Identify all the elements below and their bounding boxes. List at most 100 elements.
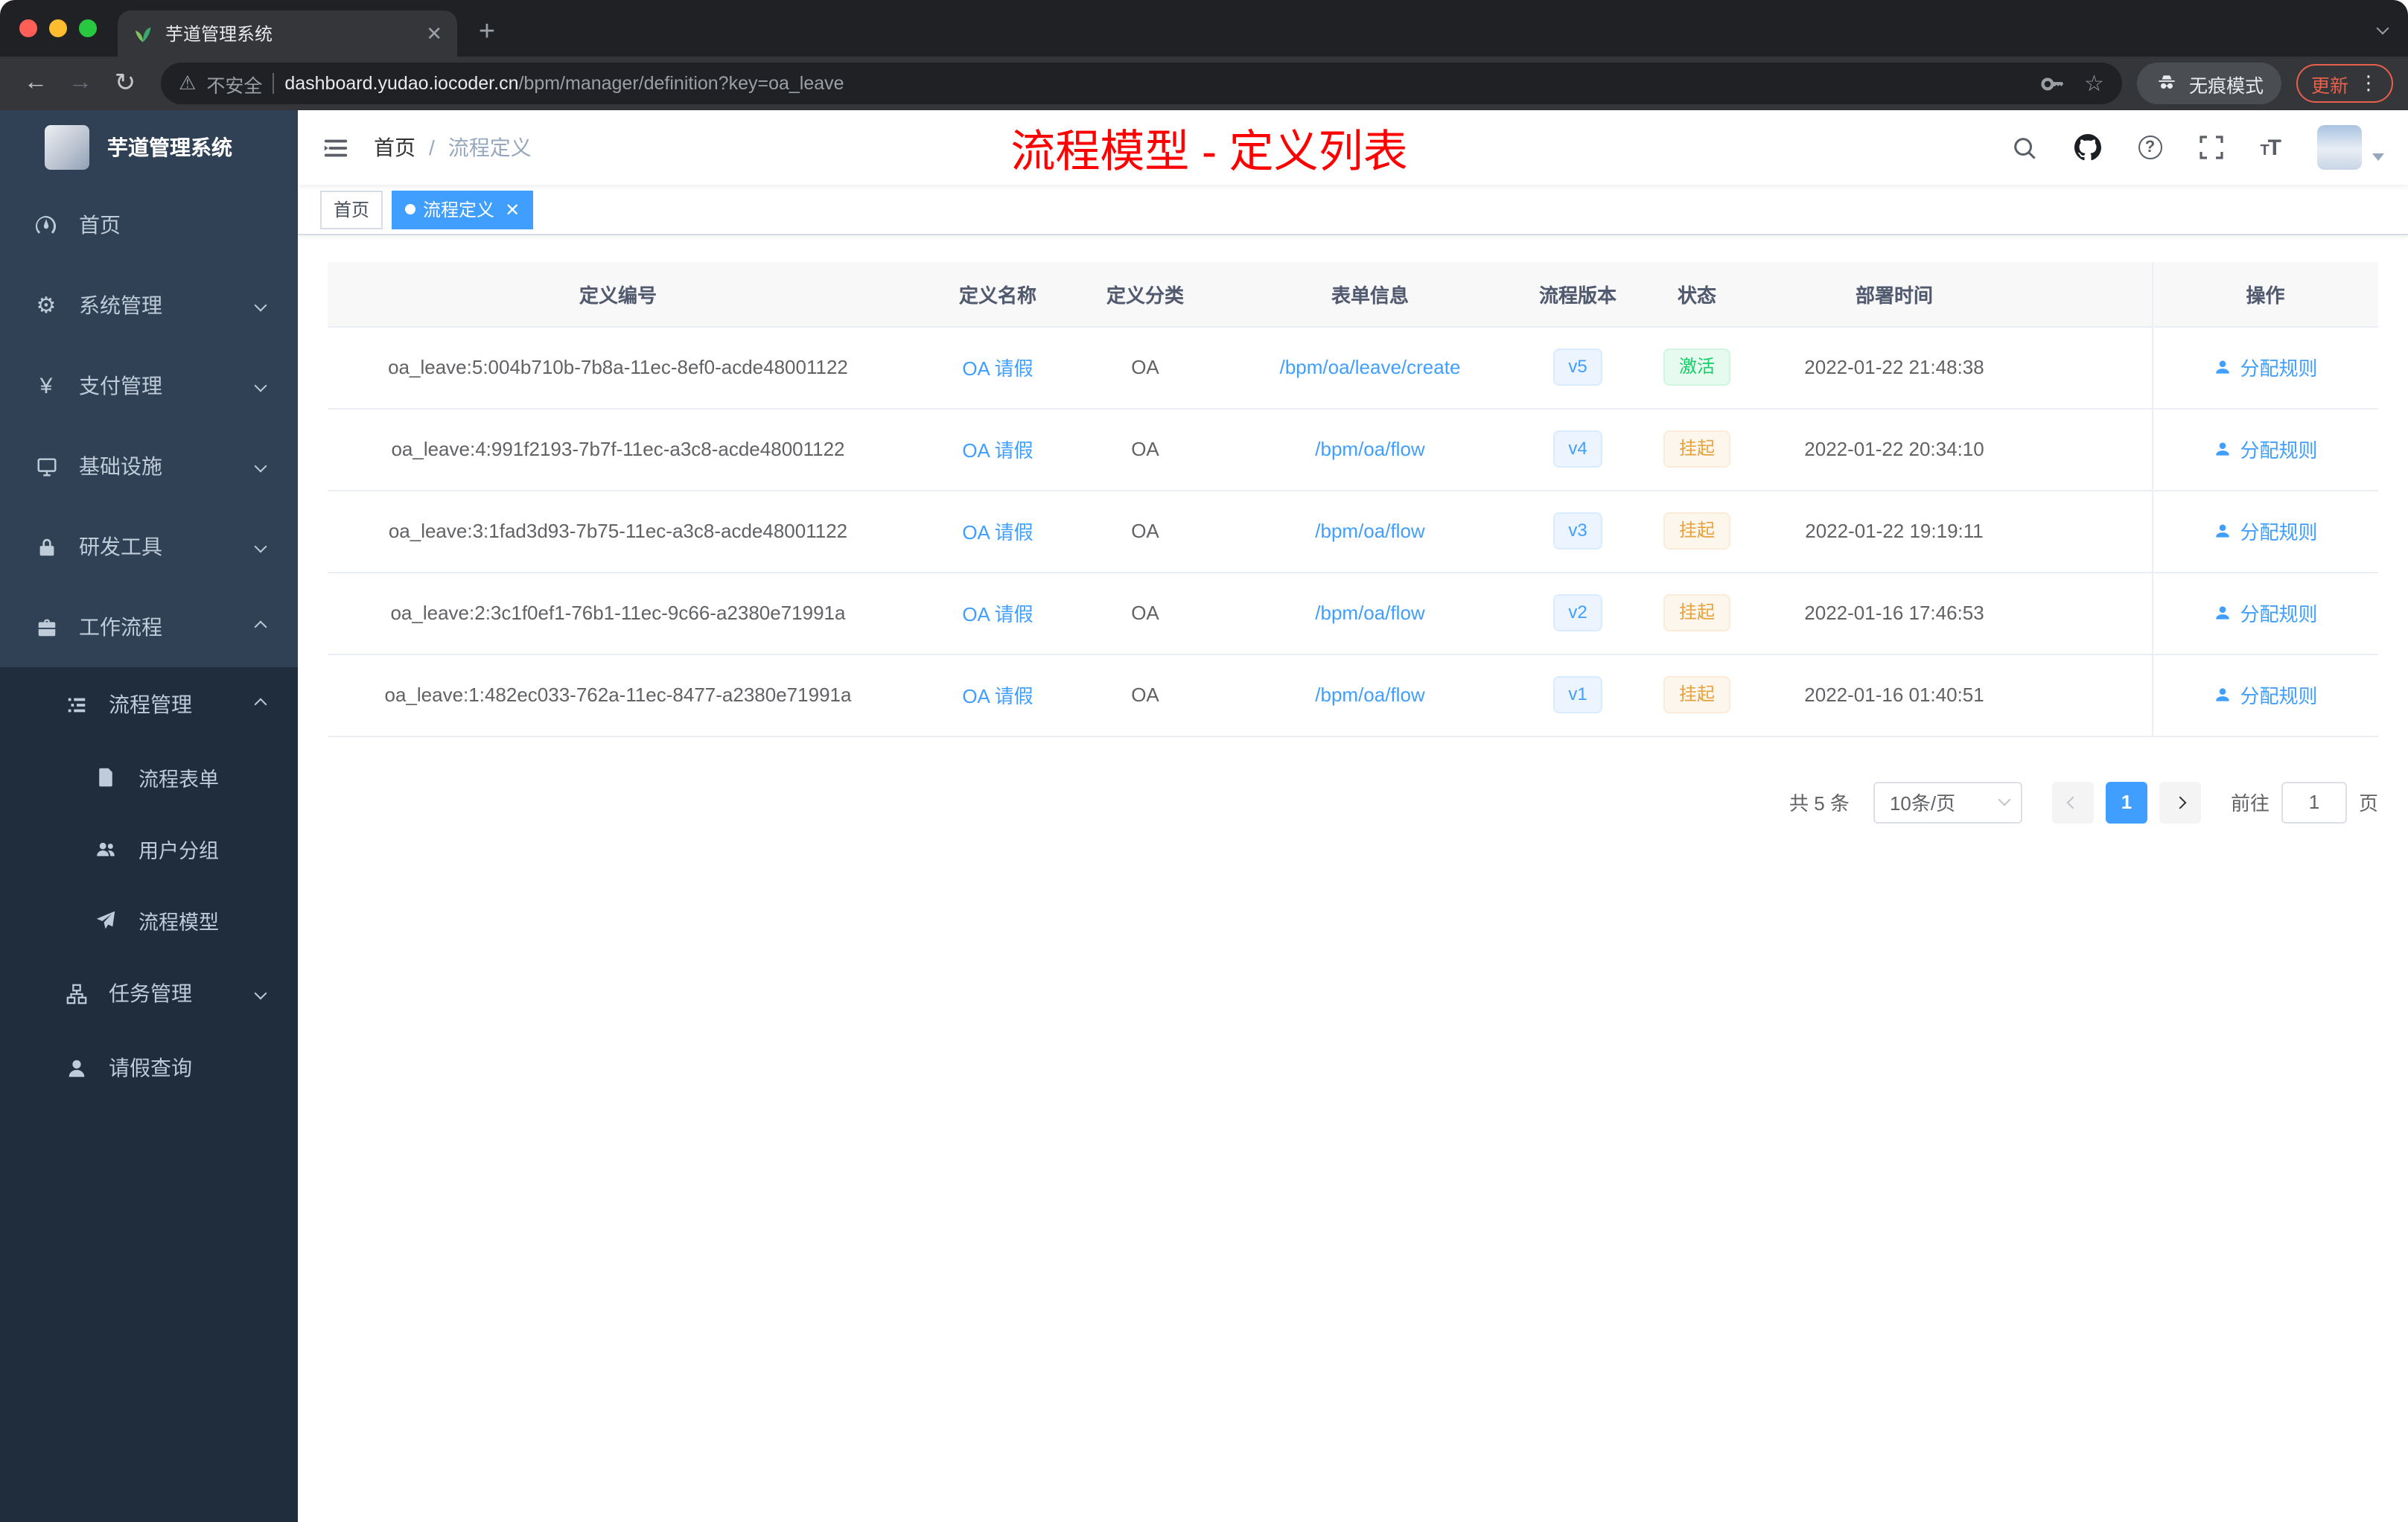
- browser-menu-icon[interactable]: ⋮: [2359, 71, 2378, 95]
- sidebar-item-label: 基础设施: [79, 454, 162, 478]
- not-secure-warning-icon: ⚠: [179, 71, 197, 94]
- assign-rule-link[interactable]: 分配规则: [2213, 681, 2318, 709]
- forward-button[interactable]: →: [60, 63, 101, 104]
- definition-name-link[interactable]: OA 请假: [962, 685, 1033, 707]
- definition-name-link[interactable]: OA 请假: [962, 603, 1033, 625]
- definition-id-cell: oa_leave:3:1fad3d93-7b75-11ec-a3c8-acde4…: [328, 490, 908, 573]
- status-tag: 挂起: [1663, 430, 1730, 468]
- monitor-icon: [33, 455, 60, 477]
- people-icon: [92, 838, 119, 859]
- hamburger-icon[interactable]: [322, 133, 350, 162]
- pagination: 共 5 条 10条/页 1 前往 页: [328, 781, 2378, 823]
- deploy-time-cell: 2022-01-16 01:40:51: [1775, 654, 2013, 736]
- sidebar-item-task-management[interactable]: 任务管理: [0, 956, 298, 1031]
- url-text[interactable]: dashboard.yudao.iocoder.cn/bpm/manager/d…: [284, 73, 844, 94]
- sidebar-item-user-group[interactable]: 用户分组: [0, 813, 298, 885]
- active-dot-icon: [405, 204, 416, 214]
- form-link[interactable]: /bpm/oa/flow: [1315, 438, 1424, 460]
- sidebar-item-system[interactable]: ⚙ 系统管理: [0, 265, 298, 346]
- update-label: 更新: [2310, 75, 2348, 96]
- tag-process-definition[interactable]: 流程定义 ✕: [392, 190, 534, 229]
- prev-page-button[interactable]: [2051, 781, 2094, 823]
- top-navbar: 首页 / 流程定义 流程模型 - 定义列表 ? TT: [298, 110, 2408, 185]
- breadcrumb-home[interactable]: 首页: [374, 133, 415, 162]
- dashboard-icon: [33, 213, 60, 237]
- zoom-window-button[interactable]: [79, 19, 97, 37]
- assign-rule-link[interactable]: 分配规则: [2213, 353, 2318, 381]
- not-secure-label[interactable]: 不安全: [206, 69, 262, 98]
- spacer-cell: [2013, 654, 2152, 736]
- tab-close-icon[interactable]: ✕: [426, 22, 442, 45]
- sidebar-item-payment[interactable]: ¥ 支付管理: [0, 346, 298, 426]
- help-icon[interactable]: ?: [2138, 136, 2162, 159]
- chevron-down-icon: [254, 379, 267, 392]
- next-page-button[interactable]: [2159, 781, 2201, 823]
- github-icon[interactable]: [2074, 134, 2101, 161]
- sidebar-brand[interactable]: 芋道管理系统: [0, 110, 298, 185]
- assign-rule-link[interactable]: 分配规则: [2213, 435, 2318, 463]
- definition-name-link[interactable]: OA 请假: [962, 439, 1033, 462]
- sidebar-filler: [0, 1105, 298, 1522]
- search-icon[interactable]: [2011, 135, 2036, 160]
- page-size-select[interactable]: 10条/页: [1873, 781, 2022, 823]
- col-deploy-time: 部署时间: [1775, 262, 2013, 327]
- definition-name-link[interactable]: OA 请假: [962, 357, 1033, 380]
- sidebar-item-process-form[interactable]: 流程表单: [0, 742, 298, 813]
- definition-id-cell: oa_leave:2:3c1f0ef1-76b1-11ec-9c66-a2380…: [328, 572, 908, 655]
- tags-view-bar: 首页 流程定义 ✕: [298, 185, 2408, 235]
- goto-page-input[interactable]: [2281, 781, 2347, 823]
- browser-tab[interactable]: 芋道管理系统 ✕: [118, 10, 457, 57]
- deploy-time-cell: 2022-01-16 17:46:53: [1775, 572, 2013, 655]
- tag-home[interactable]: 首页: [320, 190, 383, 229]
- definition-name-cell: OA 请假: [908, 490, 1087, 573]
- form-link[interactable]: /bpm/oa/flow: [1315, 520, 1424, 542]
- refresh-button[interactable]: ↻: [104, 63, 146, 104]
- fullscreen-icon[interactable]: [2199, 136, 2223, 159]
- form-cell: /bpm/oa/leave/create: [1203, 326, 1537, 409]
- form-link[interactable]: /bpm/oa/leave/create: [1280, 356, 1461, 378]
- sidebar-item-process-model[interactable]: 流程模型: [0, 885, 298, 956]
- document-icon: [92, 767, 119, 788]
- close-window-button[interactable]: [19, 19, 37, 37]
- font-size-icon[interactable]: TT: [2260, 135, 2281, 160]
- avatar[interactable]: [2317, 125, 2362, 170]
- sidebar-item-label: 首页: [79, 213, 121, 237]
- form-link[interactable]: /bpm/oa/flow: [1315, 602, 1424, 624]
- deploy-time-cell: 2022-01-22 21:48:38: [1775, 326, 2013, 409]
- new-tab-button[interactable]: +: [466, 12, 508, 54]
- brand-title: 芋道管理系统: [107, 136, 232, 159]
- definition-name-link[interactable]: OA 请假: [962, 521, 1033, 544]
- bookmark-star-icon[interactable]: ☆: [2084, 70, 2104, 97]
- sidebar-item-label: 任务管理: [109, 981, 192, 1005]
- sidebar-item-home[interactable]: 首页: [0, 185, 298, 265]
- status-tag: 挂起: [1663, 594, 1730, 631]
- sidebar-item-leave-query[interactable]: 请假查询: [0, 1031, 298, 1105]
- sidebar-item-infrastructure[interactable]: 基础设施: [0, 426, 298, 506]
- form-link[interactable]: /bpm/oa/flow: [1315, 684, 1424, 706]
- address-bar[interactable]: ⚠ 不安全 dashboard.yudao.iocoder.cn/bpm/man…: [161, 63, 2122, 104]
- sidebar-item-workflow[interactable]: 工作流程: [0, 587, 298, 667]
- update-browser-button[interactable]: 更新 ⋮: [2296, 64, 2393, 103]
- current-page-button[interactable]: 1: [2105, 781, 2147, 823]
- table-header-row: 定义编号 定义名称 定义分类 表单信息 流程版本 状态 部署时间 操作: [328, 262, 2378, 327]
- sidebar-item-process-management[interactable]: 流程管理: [0, 667, 298, 742]
- col-definition-category: 定义分类: [1087, 262, 1203, 327]
- tag-close-icon[interactable]: ✕: [505, 199, 520, 220]
- browser-toolbar: ← → ↻ ⚠ 不安全 dashboard.yudao.iocoder.cn/b…: [0, 57, 2408, 110]
- incognito-badge: 无痕模式: [2136, 63, 2281, 104]
- breadcrumb-current: 流程定义: [447, 136, 532, 159]
- back-button[interactable]: ←: [15, 63, 57, 104]
- minimize-window-button[interactable]: [49, 19, 67, 37]
- tag-label: 首页: [334, 200, 370, 220]
- chevron-down-icon: [254, 299, 267, 312]
- tab-search-chevron-icon[interactable]: [2376, 22, 2389, 35]
- assign-rule-link[interactable]: 分配规则: [2213, 599, 2318, 627]
- password-key-icon[interactable]: [2039, 71, 2065, 96]
- assign-rule-link[interactable]: 分配规则: [2213, 517, 2318, 545]
- version-tag: v5: [1553, 348, 1602, 386]
- user-menu[interactable]: [2317, 125, 2384, 170]
- sidebar-item-label: 工作流程: [79, 615, 162, 639]
- form-cell: /bpm/oa/flow: [1203, 572, 1537, 655]
- spacer-cell: [2013, 408, 2152, 491]
- sidebar-item-dev-tools[interactable]: 研发工具: [0, 506, 298, 587]
